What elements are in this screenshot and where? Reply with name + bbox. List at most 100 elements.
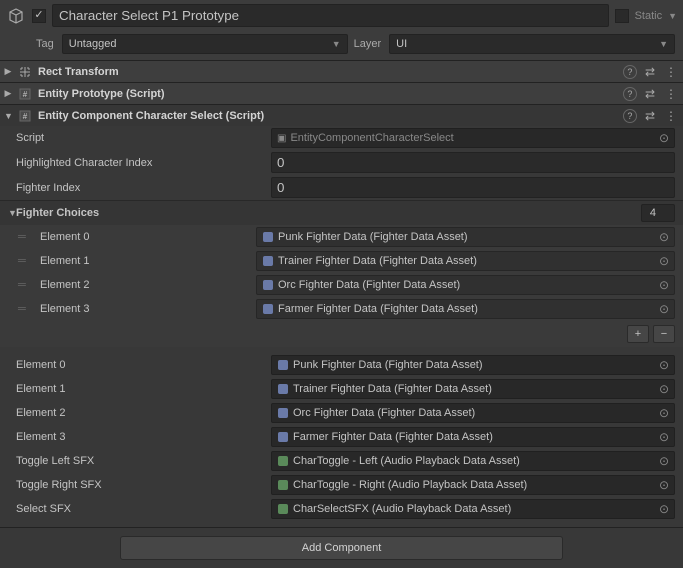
object-picker-icon[interactable]: ⊙: [659, 502, 669, 516]
script-label: Script: [16, 132, 271, 144]
array-add-button[interactable]: +: [627, 325, 649, 343]
element-field[interactable]: Trainer Fighter Data (Fighter Data Asset…: [271, 379, 675, 399]
drag-handle-icon[interactable]: ═: [18, 303, 32, 315]
fi-label: Fighter Index: [16, 182, 271, 194]
chevron-down-icon: ▼: [332, 39, 341, 49]
fold-icon[interactable]: ▶: [4, 88, 12, 99]
field-value: Farmer Fighter Data (Fighter Data Asset): [278, 303, 478, 315]
object-picker-icon[interactable]: ⊙: [659, 454, 669, 468]
element-field[interactable]: Orc Fighter Data (Fighter Data Asset)⊙: [256, 275, 675, 295]
preset-icon[interactable]: ⇄: [643, 109, 657, 123]
toggle-right-field[interactable]: CharToggle - Right (Audio Playback Data …: [271, 475, 675, 495]
static-label: Static: [635, 10, 663, 22]
script-value: EntityComponentCharacterSelect: [290, 132, 453, 144]
asset-icon: [277, 431, 289, 443]
element-label: Element 0: [16, 359, 271, 371]
element-field[interactable]: Punk Fighter Data (Fighter Data Asset) ⊙: [271, 355, 675, 375]
script-icon: #: [18, 87, 32, 101]
help-icon[interactable]: ?: [623, 87, 637, 101]
field-value: Farmer Fighter Data (Fighter Data Asset): [293, 431, 493, 443]
tag-label: Tag: [36, 38, 56, 50]
asset-icon: [262, 255, 274, 267]
select-sfx-label: Select SFX: [16, 503, 271, 515]
component-title: Entity Component Character Select (Scrip…: [38, 110, 617, 122]
fold-icon[interactable]: ▼: [4, 111, 12, 121]
field-value: Orc Fighter Data (Fighter Data Asset): [293, 407, 475, 419]
fighter-choices-label: Fighter Choices: [16, 207, 641, 219]
select-sfx-field[interactable]: CharSelectSFX (Audio Playback Data Asset…: [271, 499, 675, 519]
array-element-row: ═Element 0Punk Fighter Data (Fighter Dat…: [0, 225, 683, 249]
asset-icon: [277, 407, 289, 419]
asset-icon: [262, 279, 274, 291]
element-field[interactable]: Farmer Fighter Data (Fighter Data Asset)…: [256, 299, 675, 319]
tag-dropdown[interactable]: Untagged ▼: [62, 34, 348, 54]
fold-icon[interactable]: ▶: [4, 66, 12, 77]
field-value: CharToggle - Right (Audio Playback Data …: [293, 479, 527, 491]
object-picker-icon[interactable]: ⊙: [659, 131, 669, 145]
hci-field[interactable]: [271, 152, 675, 173]
preset-icon[interactable]: ⇄: [643, 87, 657, 101]
object-picker-icon[interactable]: ⊙: [659, 302, 669, 316]
element-field[interactable]: Punk Fighter Data (Fighter Data Asset)⊙: [256, 227, 675, 247]
fold-icon[interactable]: ▼: [8, 208, 16, 218]
menu-dots-icon[interactable]: ⋮: [663, 65, 679, 79]
toggle-right-label: Toggle Right SFX: [16, 479, 271, 491]
element-label: Element 1: [34, 255, 254, 267]
object-picker-icon[interactable]: ⊙: [659, 478, 669, 492]
layer-value: UI: [396, 38, 407, 50]
help-icon[interactable]: ?: [623, 65, 637, 79]
array-size-field[interactable]: 4: [641, 204, 675, 222]
asset-icon: [277, 455, 289, 467]
component-title: Rect Transform: [38, 66, 617, 78]
component-title: Entity Prototype (Script): [38, 88, 617, 100]
element-field[interactable]: Trainer Fighter Data (Fighter Data Asset…: [256, 251, 675, 271]
object-picker-icon[interactable]: ⊙: [659, 254, 669, 268]
toggle-left-field[interactable]: CharToggle - Left (Audio Playback Data A…: [271, 451, 675, 471]
object-picker-icon[interactable]: ⊙: [659, 278, 669, 292]
array-remove-button[interactable]: −: [653, 325, 675, 343]
array-element-row: ═Element 1 Trainer Fighter Data (Fighter …: [0, 249, 683, 273]
field-value: Trainer Fighter Data (Fighter Data Asset…: [293, 383, 492, 395]
menu-dots-icon[interactable]: ⋮: [663, 87, 679, 101]
object-picker-icon[interactable]: ⊙: [659, 230, 669, 244]
array-element-row: Element 2Orc Fighter Data (Fighter Data …: [0, 401, 683, 425]
file-icon: ▣: [277, 133, 286, 144]
gameobject-icon: [6, 6, 26, 26]
drag-handle-icon[interactable]: ═: [18, 231, 32, 243]
object-picker-icon[interactable]: ⊙: [659, 382, 669, 396]
element-field[interactable]: Farmer Fighter Data (Fighter Data Asset)…: [271, 427, 675, 447]
drag-handle-icon[interactable]: ═: [18, 279, 32, 291]
layer-dropdown[interactable]: UI ▼: [389, 34, 675, 54]
element-field[interactable]: Orc Fighter Data (Fighter Data Asset) ⊙: [271, 403, 675, 423]
element-label: Element 2: [16, 407, 271, 419]
script-field: ▣ EntityComponentCharacterSelect ⊙: [271, 128, 675, 148]
gameobject-name-field[interactable]: [52, 4, 609, 27]
array-element-row: Element 1 Trainer Fighter Data (Fighter D…: [0, 377, 683, 401]
help-icon[interactable]: ?: [623, 109, 637, 123]
fi-field[interactable]: [271, 177, 675, 198]
element-label: Element 1: [16, 383, 271, 395]
active-checkbox[interactable]: ✓: [32, 9, 46, 23]
object-picker-icon[interactable]: ⊙: [659, 406, 669, 420]
add-component-button[interactable]: Add Component: [120, 536, 563, 560]
object-picker-icon[interactable]: ⊙: [659, 358, 669, 372]
field-value: CharSelectSFX (Audio Playback Data Asset…: [293, 503, 511, 515]
rect-transform-icon: [18, 65, 32, 79]
static-checkbox[interactable]: [615, 9, 629, 23]
field-value: CharToggle - Left (Audio Playback Data A…: [293, 455, 520, 467]
drag-handle-icon[interactable]: ═: [18, 255, 32, 267]
svg-text:#: #: [23, 112, 28, 121]
array-element-row: Element 0Punk Fighter Data (Fighter Data…: [0, 353, 683, 377]
script-icon: #: [18, 109, 32, 123]
field-value: Trainer Fighter Data (Fighter Data Asset…: [278, 255, 477, 267]
object-picker-icon[interactable]: ⊙: [659, 430, 669, 444]
element-label: Element 3: [34, 303, 254, 315]
field-value: Punk Fighter Data (Fighter Data Asset): [293, 359, 483, 371]
preset-icon[interactable]: ⇄: [643, 65, 657, 79]
asset-icon: [262, 231, 274, 243]
asset-icon: [277, 479, 289, 491]
static-dropdown-arrow[interactable]: ▼: [668, 11, 677, 21]
tag-value: Untagged: [69, 38, 117, 50]
element-label: Element 3: [16, 431, 271, 443]
menu-dots-icon[interactable]: ⋮: [663, 109, 679, 123]
